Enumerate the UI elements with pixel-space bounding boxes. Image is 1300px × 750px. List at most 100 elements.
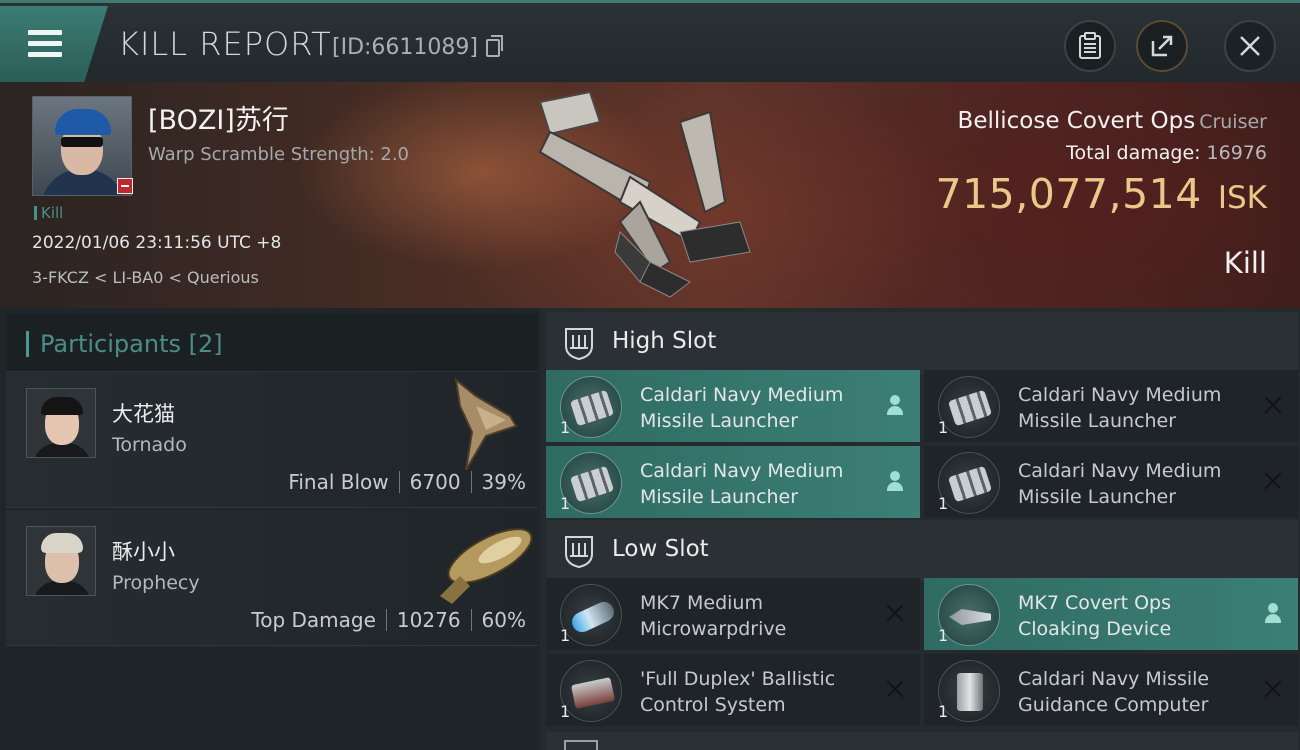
module-item[interactable]: 1 MK7 Medium Microwarpdrive	[546, 578, 920, 650]
low-slot-header: Low Slot	[546, 520, 1298, 582]
victim-ship-image	[538, 90, 751, 298]
participant-stats: Final Blow 6700 39%	[288, 470, 526, 494]
module-qty: 1	[938, 494, 949, 513]
participant-name: 酥小小	[112, 540, 175, 564]
share-button[interactable]	[1136, 20, 1188, 72]
share-icon	[1151, 35, 1173, 57]
module-name: Caldari Navy Medium Missile Launcher	[1018, 382, 1221, 434]
module-name: Caldari Navy Medium Missile Launcher	[1018, 458, 1221, 510]
module-qty: 1	[560, 494, 571, 513]
isk-unit: ISK	[1217, 180, 1267, 216]
person-icon	[884, 394, 906, 416]
module-name-line2: Missile Launcher	[640, 486, 799, 508]
victim-panel: [BOZI]苏行 Warp Scramble Strength: 2.0 Kil…	[0, 82, 1300, 308]
module-name-line1: MK7 Medium	[640, 592, 763, 614]
participants-header: Participants [2]	[6, 314, 538, 372]
mid-slot-header-partial	[546, 732, 1298, 750]
participant-avatar	[26, 526, 96, 596]
victim-ship-name[interactable]: Bellicose Covert Ops Cruiser	[958, 108, 1267, 134]
low-slot-label: Low Slot	[612, 536, 709, 562]
module-name: Caldari Navy Medium Missile Launcher	[640, 382, 843, 434]
corp-badge-icon	[117, 178, 133, 194]
module-name: Caldari Navy Medium Missile Launcher	[640, 458, 843, 510]
module-name-line2: Missile Launcher	[1018, 486, 1177, 508]
page-title: KILL REPORT	[118, 25, 332, 63]
participant-percent: 60%	[481, 608, 526, 632]
participants-title: Participants [2]	[40, 330, 223, 358]
module-name: MK7 Covert Ops Cloaking Device	[1018, 590, 1171, 642]
module-name-line1: MK7 Covert Ops	[1018, 592, 1172, 614]
module-name-line1: Caldari Navy Medium	[1018, 384, 1222, 406]
module-name-line1: 'Full Duplex' Ballistic	[640, 668, 836, 690]
module-name-line1: Caldari Navy Medium	[640, 460, 844, 482]
participant-row[interactable]: 酥小小 Prophecy Top Damage 10276 60%	[6, 510, 538, 646]
victim-pilot-name[interactable]: [BOZI]苏行	[148, 98, 289, 137]
isk-amount: 715,077,514	[935, 170, 1202, 218]
kill-tag: Kill	[34, 204, 63, 222]
module-name-line2: Cloaking Device	[1018, 618, 1172, 640]
module-qty: 1	[938, 418, 949, 437]
close-icon	[884, 678, 906, 700]
close-icon	[1262, 470, 1284, 492]
warp-scramble-strength: Warp Scramble Strength: 2.0	[148, 144, 410, 165]
module-item[interactable]: 1 Caldari Navy Medium Missile Launcher	[546, 446, 920, 518]
clipboard-icon	[1079, 32, 1101, 59]
isk-value: 715,077,514 ISK	[936, 170, 1268, 218]
participant-ship: Prophecy	[112, 572, 200, 594]
kill-location[interactable]: 3-FKCZ < LI-BA0 < Querious	[32, 268, 259, 287]
module-name-line2: Missile Launcher	[640, 410, 799, 432]
module-qty: 1	[560, 702, 571, 721]
module-name-line2: Control System	[640, 694, 786, 716]
participant-ship: Tornado	[112, 434, 187, 456]
module-name-line1: Caldari Navy Missile	[1018, 668, 1210, 690]
tornado-ship-image	[454, 377, 518, 470]
module-qty: 1	[938, 702, 949, 721]
participants-panel: Participants [2] 大花猫 Tornado Final Blow 6…	[0, 308, 540, 750]
low-slot-icon	[565, 536, 593, 568]
ship-class: Cruiser	[1199, 111, 1267, 133]
module-item[interactable]: 1 'Full Duplex' Ballistic Control System	[546, 654, 920, 726]
module-qty: 1	[560, 626, 571, 645]
participant-name: 大花猫	[112, 402, 175, 426]
participant-damage: 10276	[396, 608, 461, 632]
participant-damage: 6700	[409, 470, 461, 494]
module-qty: 1	[560, 418, 571, 437]
close-icon	[884, 602, 906, 624]
participant-stats: Top Damage 10276 60%	[251, 608, 526, 632]
total-damage: Total damage: 16976	[1066, 142, 1267, 164]
participant-row[interactable]: 大花猫 Tornado Final Blow 6700 39%	[6, 372, 538, 508]
report-id: [ID:6611089]	[332, 35, 478, 60]
kill-timestamp: 2022/01/06 23:11:56 UTC +8	[32, 233, 282, 253]
ship-name-text: Bellicose Covert Ops	[957, 108, 1196, 134]
module-item[interactable]: 1 Caldari Navy Medium Missile Launcher	[924, 446, 1298, 518]
close-icon	[1262, 394, 1284, 416]
top-bar: KILL REPORT [ID:6611089]	[0, 0, 1300, 82]
person-icon	[1262, 602, 1284, 624]
close-icon	[1262, 678, 1284, 700]
hamburger-icon	[28, 30, 62, 63]
high-slot-label: High Slot	[612, 328, 717, 354]
close-button[interactable]	[1224, 20, 1276, 72]
fitting-panel: High Slot 1 Caldari Navy Medium Missile L…	[540, 308, 1300, 750]
module-name: Caldari Navy Missile Guidance Computer	[1018, 666, 1209, 718]
menu-button[interactable]	[0, 6, 108, 82]
high-slot-header: High Slot	[546, 312, 1298, 374]
clipboard-button[interactable]	[1064, 20, 1116, 72]
module-item[interactable]: 1 MK7 Covert Ops Cloaking Device	[924, 578, 1298, 650]
participant-percent: 39%	[481, 470, 526, 494]
module-item[interactable]: 1 Caldari Navy Missile Guidance Computer	[924, 654, 1298, 726]
copy-icon[interactable]	[486, 35, 503, 57]
participant-role: Top Damage	[251, 608, 376, 632]
module-qty: 1	[938, 626, 949, 645]
module-item[interactable]: 1 Caldari Navy Medium Missile Launcher	[546, 370, 920, 442]
total-damage-label: Total damage:	[1066, 142, 1201, 164]
kill-result: Kill	[1223, 246, 1267, 280]
module-item[interactable]: 1 Caldari Navy Medium Missile Launcher	[924, 370, 1298, 442]
prophecy-ship-image	[440, 528, 533, 604]
module-name-line1: Caldari Navy Medium	[640, 384, 844, 406]
module-name-line2: Guidance Computer	[1018, 694, 1209, 716]
module-name-line1: Caldari Navy Medium	[1018, 460, 1222, 482]
module-name: MK7 Medium Microwarpdrive	[640, 590, 786, 642]
module-name-line2: Microwarpdrive	[640, 618, 787, 640]
module-name: 'Full Duplex' Ballistic Control System	[640, 666, 835, 718]
